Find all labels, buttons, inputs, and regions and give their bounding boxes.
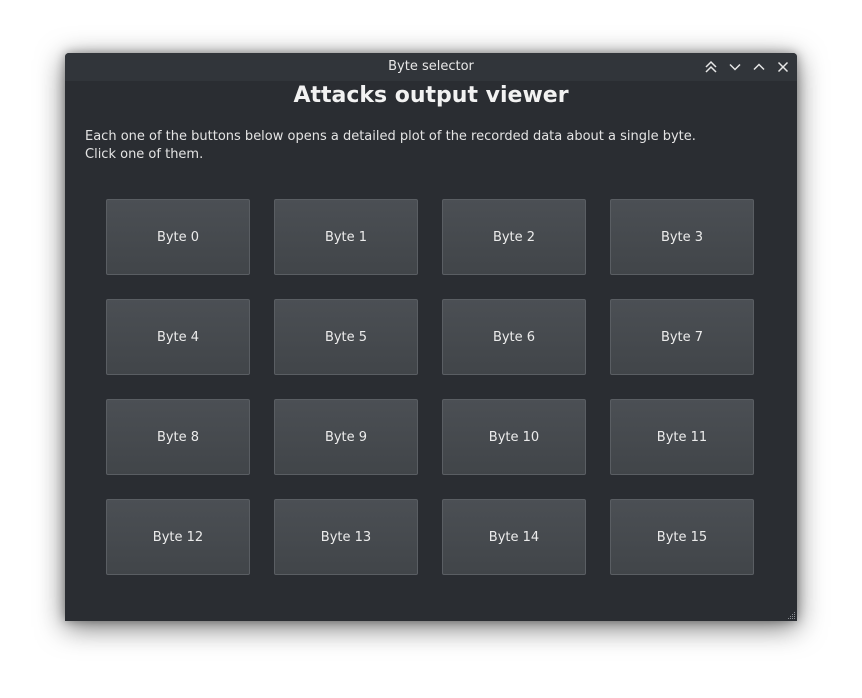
description-line-1: Each one of the buttons below opens a de…	[85, 129, 696, 144]
byte-10-button[interactable]: Byte 10	[442, 399, 586, 475]
double-chevron-up-icon	[705, 60, 717, 73]
byte-13-button[interactable]: Byte 13	[274, 499, 418, 575]
close-button[interactable]	[774, 58, 792, 76]
description-line-2: Click one of them.	[85, 147, 204, 162]
minimize-button[interactable]	[726, 58, 744, 76]
byte-12-button[interactable]: Byte 12	[106, 499, 250, 575]
byte-15-button[interactable]: Byte 15	[610, 499, 754, 575]
close-icon	[777, 61, 789, 73]
byte-3-button[interactable]: Byte 3	[610, 199, 754, 275]
byte-7-button[interactable]: Byte 7	[610, 299, 754, 375]
byte-8-button[interactable]: Byte 8	[106, 399, 250, 475]
byte-5-button[interactable]: Byte 5	[274, 299, 418, 375]
byte-4-button[interactable]: Byte 4	[106, 299, 250, 375]
chevron-down-icon	[729, 63, 741, 71]
window-title: Byte selector	[388, 59, 474, 74]
byte-2-button[interactable]: Byte 2	[442, 199, 586, 275]
byte-6-button[interactable]: Byte 6	[442, 299, 586, 375]
page-title: Attacks output viewer	[293, 83, 569, 108]
keep-above-button[interactable]	[702, 58, 720, 76]
description: Each one of the buttons below opens a de…	[85, 128, 696, 164]
chevron-up-icon	[753, 63, 765, 71]
byte-0-button[interactable]: Byte 0	[106, 199, 250, 275]
resize-grip-icon[interactable]	[786, 610, 796, 620]
byte-14-button[interactable]: Byte 14	[442, 499, 586, 575]
byte-selector-window: Byte selector Attacks output viewer Each…	[65, 53, 797, 621]
maximize-button[interactable]	[750, 58, 768, 76]
title-bar[interactable]: Byte selector	[65, 53, 797, 81]
byte-1-button[interactable]: Byte 1	[274, 199, 418, 275]
byte-11-button[interactable]: Byte 11	[610, 399, 754, 475]
byte-9-button[interactable]: Byte 9	[274, 399, 418, 475]
